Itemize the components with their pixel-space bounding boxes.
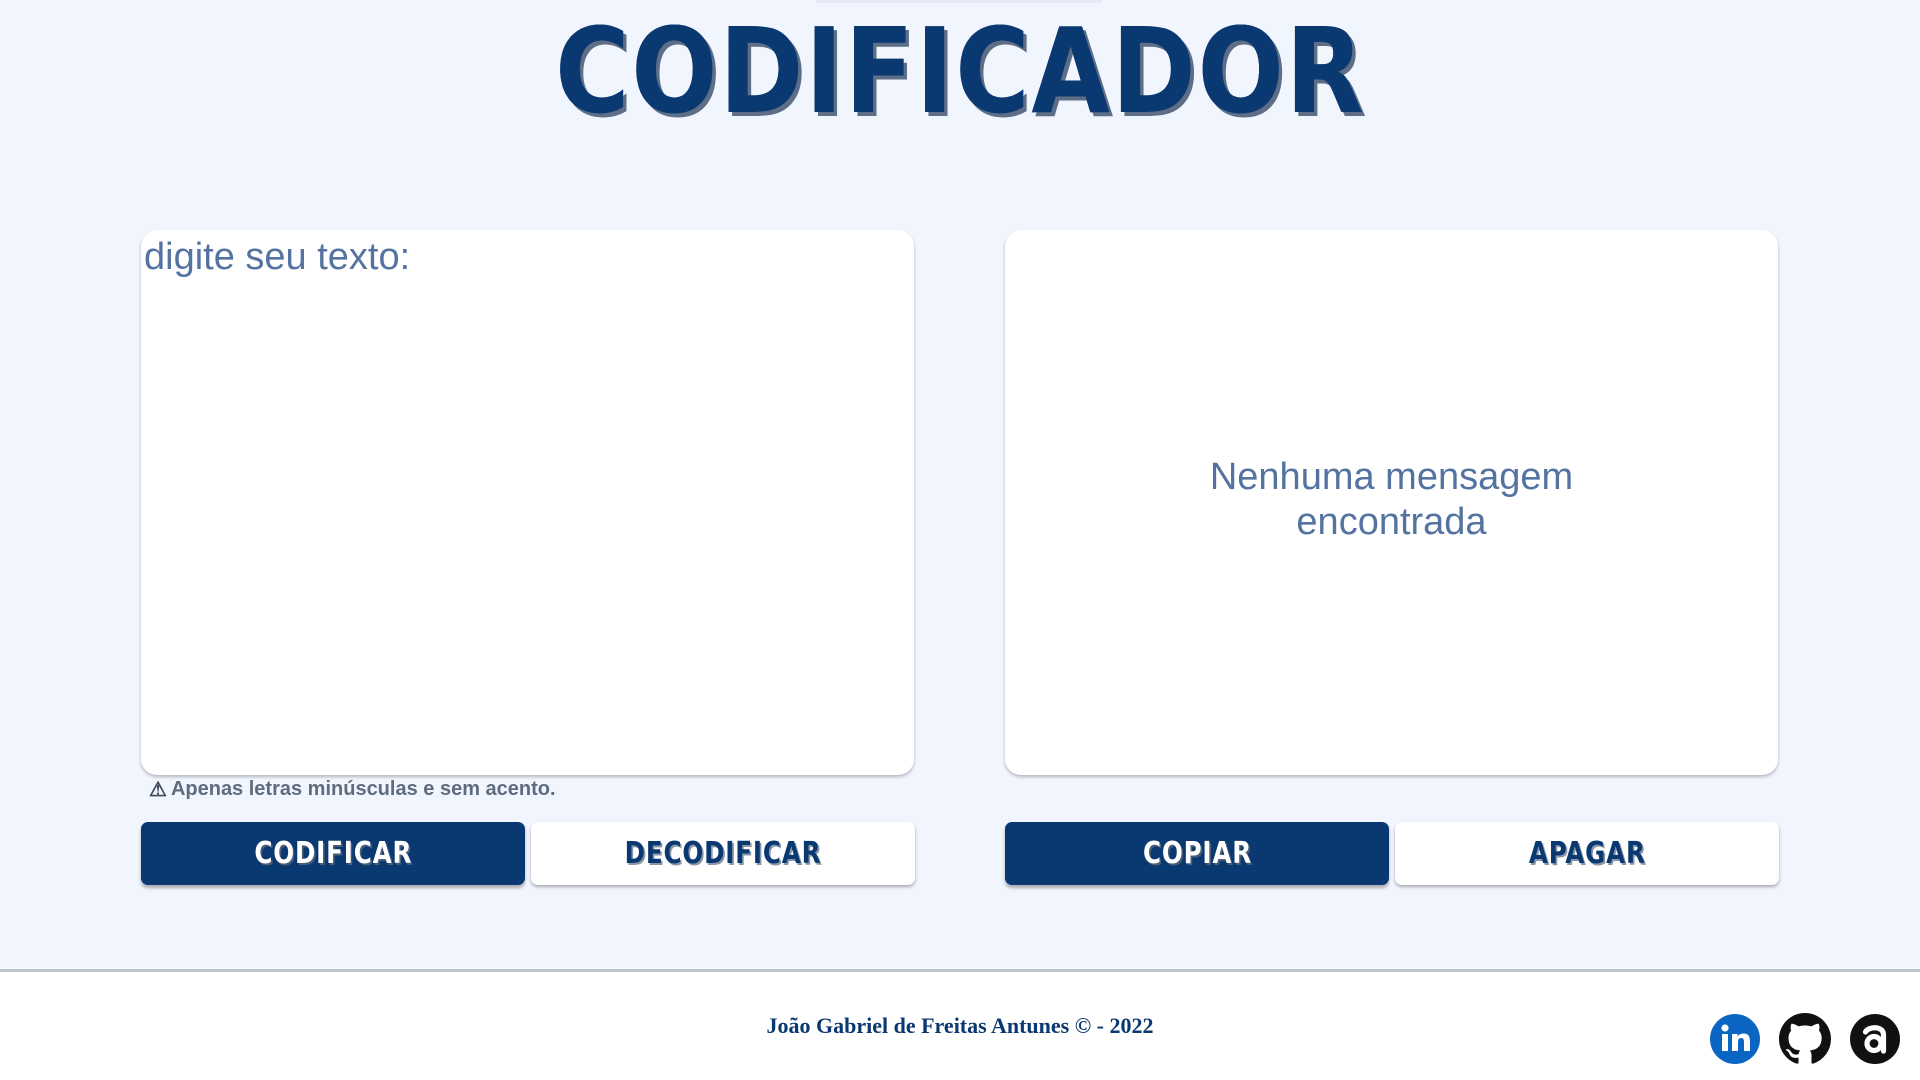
decrypt-button-label: DECODIFICAR	[624, 836, 822, 871]
copy-button-label: COPIAR	[1142, 836, 1252, 871]
output-panel: Nenhuma mensagem encontrada	[1005, 230, 1778, 775]
input-panel	[141, 230, 914, 775]
message-input[interactable]	[141, 230, 914, 775]
encrypt-button-label: CODIFICAR	[254, 836, 412, 871]
page-title: CODIFICADOR	[135, 12, 1786, 130]
warning-icon: ⚠	[149, 778, 167, 801]
clear-button[interactable]: APAGAR	[1395, 822, 1779, 885]
footer: João Gabriel de Freitas Antunes © - 2022	[0, 969, 1920, 1080]
header: CODIFICADOR	[0, 0, 1920, 140]
decrypt-button[interactable]: DECODIFICAR	[531, 822, 915, 885]
input-hint: ⚠ Apenas letras minúsculas e sem acento.	[149, 776, 556, 802]
encrypt-button[interactable]: CODIFICAR	[141, 822, 525, 885]
copy-button[interactable]: COPIAR	[1005, 822, 1389, 885]
linkedin-icon[interactable]	[1709, 1013, 1761, 1065]
hint-text: Apenas letras minúsculas e sem acento.	[170, 777, 556, 800]
empty-message: Nenhuma mensagem encontrada	[1005, 455, 1778, 545]
copyright-text: João Gabriel de Freitas Antunes © - 2022	[766, 1013, 1154, 1038]
clear-button-label: APAGAR	[1528, 836, 1646, 871]
github-icon[interactable]	[1779, 1013, 1831, 1065]
empty-message-line-2: encontrada	[1296, 501, 1487, 543]
alura-icon[interactable]	[1849, 1013, 1901, 1065]
empty-message-line-1: Nenhuma mensagem	[1209, 456, 1574, 498]
